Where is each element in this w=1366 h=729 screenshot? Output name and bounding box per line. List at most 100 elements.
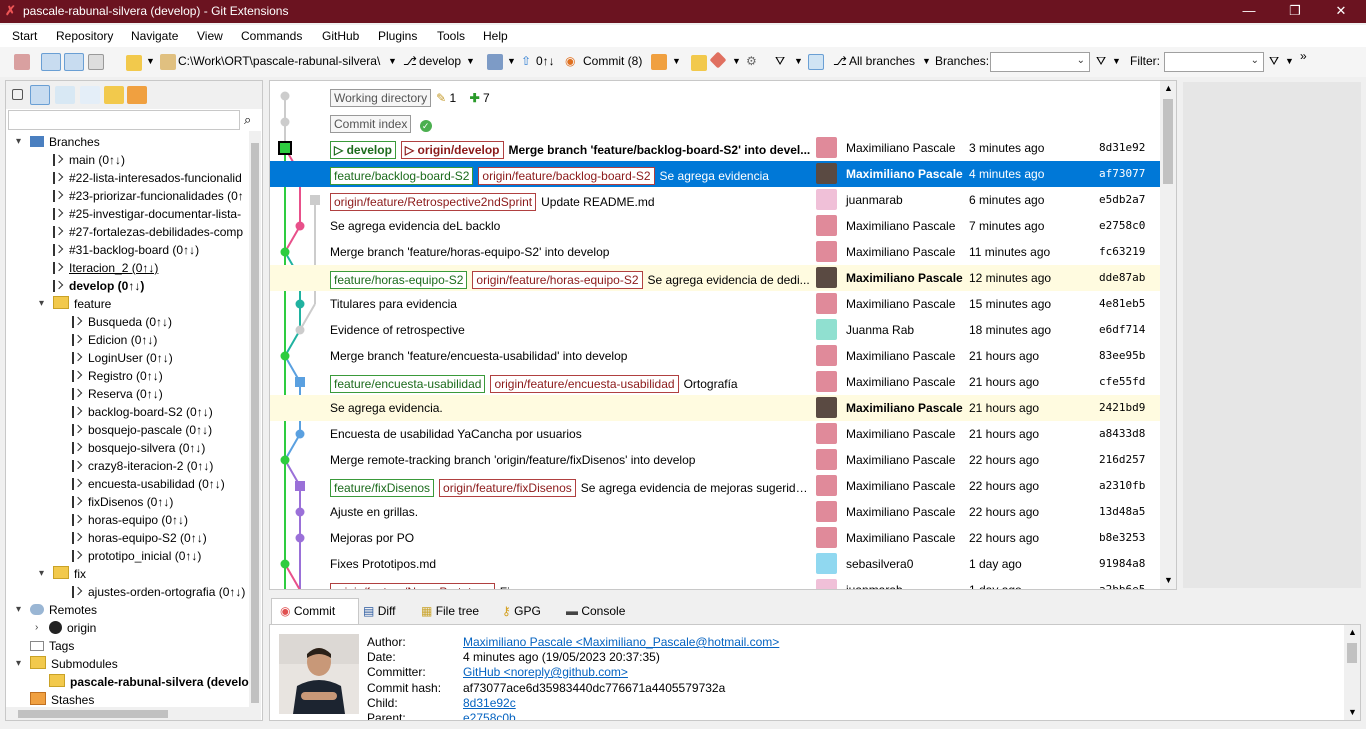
commit-row[interactable]: origin/feature/NamePrototype Fixes juanmar… xyxy=(270,577,1160,589)
branches-filter-dropdown-icon[interactable]: ▼ xyxy=(1112,56,1121,66)
tree-branch-27[interactable]: #27-fortalezas-debilidades-comp xyxy=(53,223,243,241)
fetch-icon[interactable] xyxy=(487,54,503,70)
chevron-down-icon[interactable]: ▾ xyxy=(16,133,21,151)
chevron-down-icon[interactable]: ▼ xyxy=(146,56,155,66)
tree-vertical-scrollbar[interactable] xyxy=(249,131,261,720)
commit-row[interactable]: Titulares para evidencia Maximiliano Pasc… xyxy=(270,291,1160,317)
tab-console[interactable]: ▬ Console xyxy=(558,599,633,624)
current-branch[interactable]: develop xyxy=(419,54,461,68)
push-icon[interactable]: ⇧ xyxy=(521,54,531,68)
branch-filter-dropdown-icon[interactable]: ▼ xyxy=(794,56,803,66)
file-explorer-icon[interactable] xyxy=(691,55,707,71)
remote-branch-label[interactable]: origin/feature/Retrospective2ndSprint xyxy=(330,193,537,211)
tree-remote-origin[interactable]: › origin xyxy=(35,619,96,637)
tree-branch-31[interactable]: #31-backlog-board (0↑↓) xyxy=(53,241,199,259)
branch-scope-select[interactable]: All branches xyxy=(849,54,915,68)
remote-branch-label[interactable]: origin/feature/backlog-board-S2 xyxy=(478,167,655,185)
tree-branch-prototipo[interactable]: prototipo_inicial (0↑↓) xyxy=(72,547,201,565)
scroll-down-icon[interactable]: ▼ xyxy=(1348,707,1357,717)
search-icon[interactable]: ⌕ xyxy=(244,112,251,128)
local-branch-label[interactable]: feature/encuesta-usabilidad xyxy=(330,375,486,393)
repository-path[interactable]: C:\Work\ORT\pascale-rabunal-silvera\ xyxy=(178,54,380,68)
scroll-up-icon[interactable]: ▲ xyxy=(1348,627,1357,637)
tab-diff[interactable]: ▤ Diff xyxy=(355,599,403,624)
remote-branch-label[interactable]: ▷ origin/develop xyxy=(400,141,504,159)
commit-row[interactable]: origin/feature/Retrospective2ndSprint Upd… xyxy=(270,187,1160,213)
tree-horizontal-scrollbar[interactable] xyxy=(6,707,249,720)
tree-branch-registro[interactable]: Registro (0↑↓) xyxy=(72,367,163,385)
tree-submodules-header[interactable]: ▾ Submodules xyxy=(16,655,118,673)
menu-start[interactable]: Start xyxy=(12,29,37,43)
tree-folder-feature[interactable]: ▾ feature xyxy=(39,295,111,313)
chevron-down-icon[interactable]: ▾ xyxy=(39,565,44,583)
text-filter-icon[interactable]: ⛛ xyxy=(1269,54,1279,69)
commit-row[interactable]: ▷ develop ▷ origin/develop Merge branch 'f… xyxy=(270,135,1160,161)
stash-icon[interactable] xyxy=(651,54,667,70)
close-button[interactable]: ✕ xyxy=(1318,0,1364,23)
branch-filter-icon[interactable]: ⛛ xyxy=(775,54,785,69)
commit-row[interactable]: Merge branch 'feature/encuesta-usabilida… xyxy=(270,343,1160,369)
tree-branch-busqueda[interactable]: Busqueda (0↑↓) xyxy=(72,313,172,331)
committer-link[interactable]: GitHub <noreply@github.com> xyxy=(463,665,628,679)
tree-branch-bosquejo-silvera[interactable]: bosquejo-silvera (0↑↓) xyxy=(72,439,205,457)
tree-branches-header[interactable]: ▾ Branches xyxy=(16,133,100,151)
tree-branch-loginuser[interactable]: LoginUser (0↑↓) xyxy=(72,349,173,367)
details-scrollbar[interactable]: ▲ ▼ xyxy=(1344,625,1360,720)
commit-row[interactable]: Merge remote-tracking branch 'origin/fea… xyxy=(270,447,1160,473)
layout-bottom-icon[interactable] xyxy=(88,54,104,70)
layout-left-icon[interactable] xyxy=(41,53,61,71)
text-filter-combo[interactable]: ⌄ xyxy=(1164,52,1264,72)
tree-branch-ajustes[interactable]: ajustes-orden-ortografia (0↑↓) xyxy=(72,583,245,601)
commit-icon[interactable]: ◉ xyxy=(565,54,575,68)
local-branch-label[interactable]: feature/backlog-board-S2 xyxy=(330,167,474,185)
scroll-thumb[interactable] xyxy=(18,710,168,718)
show-submodules-icon[interactable] xyxy=(104,86,124,104)
open-folder-icon[interactable] xyxy=(126,55,142,71)
local-branch-label[interactable]: feature/horas-equipo-S2 xyxy=(330,271,468,289)
tree-branch-horas-equipo[interactable]: horas-equipo (0↑↓) xyxy=(72,511,188,529)
show-branches-icon[interactable] xyxy=(30,85,50,105)
stash-dropdown-icon[interactable]: ▼ xyxy=(672,56,681,66)
tree-folder-fix[interactable]: ▾ fix xyxy=(39,565,86,583)
chevron-right-icon[interactable]: › xyxy=(35,619,38,637)
local-branch-label[interactable]: ▷ develop xyxy=(330,141,396,159)
parent-link[interactable]: e2758c0b xyxy=(463,711,516,720)
text-filter-dropdown-icon[interactable]: ▼ xyxy=(1285,56,1294,66)
remote-branch-label[interactable]: origin/feature/horas-equipo-S2 xyxy=(472,271,643,289)
push-counts[interactable]: 0↑↓ xyxy=(536,54,555,68)
show-remotes-icon[interactable] xyxy=(55,86,75,104)
tree-remotes-header[interactable]: ▾ Remotes xyxy=(16,601,97,619)
tree-branch-encuesta[interactable]: encuesta-usabilidad (0↑↓) xyxy=(72,475,225,493)
settings-icon[interactable]: ⚙ xyxy=(746,54,757,68)
reflog-icon[interactable] xyxy=(808,54,824,70)
tree-branch-bosquejo-pascale[interactable]: bosquejo-pascale (0↑↓) xyxy=(72,421,212,439)
git-bash-icon[interactable] xyxy=(709,51,727,69)
remote-branch-label[interactable]: origin/feature/fixDisenos xyxy=(439,479,576,497)
tree-branch-backlog-board-s2[interactable]: backlog-board-S2 (0↑↓) xyxy=(72,403,213,421)
scroll-thumb[interactable] xyxy=(1163,99,1173,184)
minimize-button[interactable]: — xyxy=(1226,0,1272,23)
branches-filter-icon[interactable]: ⛛ xyxy=(1096,54,1106,69)
menu-tools[interactable]: Tools xyxy=(437,29,465,43)
tree-branch-23[interactable]: #23-priorizar-funcionalidades (0↑ xyxy=(53,187,244,205)
collapse-all-icon[interactable] xyxy=(12,89,23,100)
tree-branch-22[interactable]: #22-lista-interesados-funcionalid xyxy=(53,169,242,187)
commit-row[interactable]: Se agrega evidencia. Maximiliano Pascale 2… xyxy=(270,395,1160,421)
menu-navigate[interactable]: Navigate xyxy=(131,29,178,43)
maximize-button[interactable]: ❐ xyxy=(1272,0,1318,23)
scroll-thumb[interactable] xyxy=(1347,643,1357,663)
branches-filter-combo[interactable]: ⌄ xyxy=(990,52,1090,72)
commit-row[interactable]: feature/encuesta-usabilidad origin/featur… xyxy=(270,369,1160,395)
working-directory-row[interactable]: Working directory ✎ 1 ✚ 7 xyxy=(270,83,1160,109)
commit-row[interactable]: feature/horas-equipo-S2 origin/feature/ho… xyxy=(270,265,1160,291)
author-link[interactable]: Maximiliano Pascale <Maximiliano_Pascale… xyxy=(463,635,779,649)
fetch-dropdown-icon[interactable]: ▼ xyxy=(507,56,516,66)
scroll-up-icon[interactable]: ▲ xyxy=(1164,83,1173,93)
commit-row[interactable]: Fixes Prototipos.md sebasilvera0 1 day ago… xyxy=(270,551,1160,577)
menu-repository[interactable]: Repository xyxy=(56,29,113,43)
branch-scope-dropdown-icon[interactable]: ▼ xyxy=(922,56,931,66)
chevron-down-icon[interactable]: ▾ xyxy=(16,655,21,673)
menu-help[interactable]: Help xyxy=(483,29,508,43)
menu-view[interactable]: View xyxy=(197,29,223,43)
commit-row[interactable]: Encuesta de usabilidad YaCancha por usua… xyxy=(270,421,1160,447)
